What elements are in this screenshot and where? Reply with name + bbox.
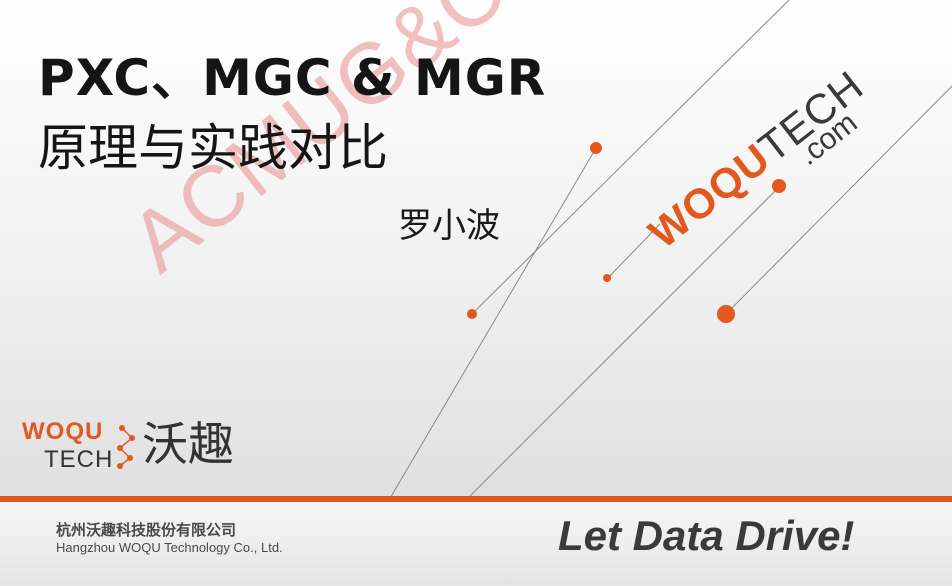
company-name-en: Hangzhou WOQU Technology Co., Ltd. (56, 540, 283, 555)
deco-dot (603, 274, 611, 282)
presentation-slide: ACMUG&CRUG 2018 WOQUTECH .com PXC、MGC & … (0, 0, 952, 586)
deco-dot (772, 179, 786, 193)
slide-title: PXC、MGC & MGR (38, 49, 547, 107)
slogan: Let Data Drive! (558, 512, 855, 559)
deco-dot (590, 142, 602, 154)
deco-dot (467, 309, 477, 319)
molecule-icon (117, 425, 135, 469)
author-name: 罗小波 (398, 206, 500, 246)
company-name-cn: 杭州沃趣科技股份有限公司 (56, 521, 237, 539)
company-logo: WOQU TECH 沃趣 (22, 418, 242, 476)
logo-tech-text: TECH (44, 446, 114, 473)
slide-subtitle: 原理与实践对比 (38, 119, 388, 177)
deco-dot (717, 305, 735, 323)
logo-woqu-text: WOQU (22, 418, 104, 445)
logo-cn-text: 沃趣 (142, 417, 234, 471)
deco-line (465, 185, 781, 501)
